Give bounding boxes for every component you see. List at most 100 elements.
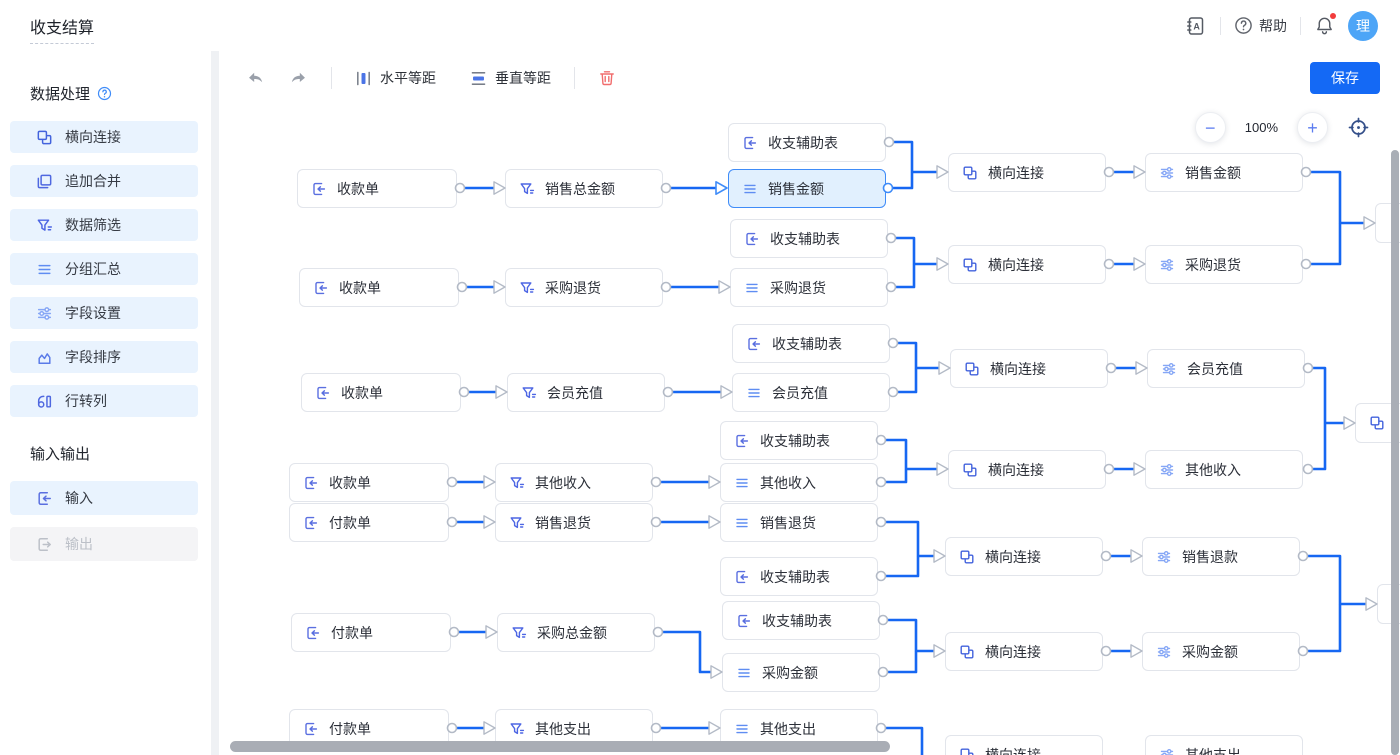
flow-node-filter[interactable]: 销售总金额 xyxy=(505,169,663,208)
flow-node-fields[interactable]: 采购金额 xyxy=(1142,632,1300,671)
horizontal-scrollbar[interactable] xyxy=(230,741,890,752)
filter-icon xyxy=(519,181,535,197)
fields-icon xyxy=(1156,644,1172,660)
flow-node-input[interactable]: 收支辅助表 xyxy=(730,219,888,258)
notification-badge xyxy=(1330,13,1336,19)
flow-node-fields[interactable]: 会员充值 xyxy=(1147,349,1305,388)
join-icon xyxy=(962,165,978,181)
question-circle-icon[interactable] xyxy=(97,86,112,101)
help-button[interactable]: 帮助 xyxy=(1234,16,1287,36)
zoom-level: 100% xyxy=(1245,120,1278,135)
horizontal-spacing-button[interactable]: 水平等距 xyxy=(355,68,436,88)
flow-node-filter[interactable]: 其他收入 xyxy=(495,463,653,502)
flow-node-filter[interactable]: 采购总金额 xyxy=(497,613,655,652)
input-icon xyxy=(734,569,750,585)
fields-icon xyxy=(36,305,53,322)
zoom-in-button[interactable]: + xyxy=(1297,112,1328,143)
header-divider xyxy=(1220,17,1221,35)
flow-node-group[interactable]: 采购退货 xyxy=(730,268,888,307)
flow-node-group[interactable]: 会员充值 xyxy=(732,373,890,412)
group-icon xyxy=(734,721,750,737)
vertical-scrollbar[interactable] xyxy=(1391,150,1399,755)
sidebar-item-sort[interactable]: 字段排序 xyxy=(10,341,198,373)
flow-node-label: 横向连接 xyxy=(985,547,1041,567)
flow-node-label: 其他收入 xyxy=(535,473,591,493)
join-icon xyxy=(962,257,978,273)
flow-node-label: 收支辅助表 xyxy=(760,431,830,451)
sort-icon xyxy=(36,349,53,366)
flow-node-input[interactable]: 收款单 xyxy=(289,463,449,502)
flow-node-input[interactable]: 收款单 xyxy=(297,169,457,208)
flow-node-group[interactable]: 其他收入 xyxy=(720,463,878,502)
flow-node-label: 横向连接 xyxy=(988,460,1044,480)
flow-node-group[interactable]: 销售退货 xyxy=(720,503,878,542)
flow-node-input[interactable]: 付款单 xyxy=(291,613,451,652)
sidebar-item-append[interactable]: 追加合并 xyxy=(10,165,198,197)
sidebar-item-join[interactable]: 横向连接 xyxy=(10,121,198,153)
flow-node-fields[interactable]: 其他收入 xyxy=(1145,450,1303,489)
flow-node-join[interactable]: 横向连接 xyxy=(945,632,1103,671)
flow-node-label: 其他支出 xyxy=(1185,745,1241,755)
delete-button[interactable] xyxy=(598,69,616,87)
flow-node-label: 收款单 xyxy=(337,179,379,199)
flow-node-label: 收支辅助表 xyxy=(760,567,830,587)
flow-node-input[interactable]: 收支辅助表 xyxy=(722,601,880,640)
address-book-icon[interactable]: A xyxy=(1185,15,1207,37)
filter-icon xyxy=(521,385,537,401)
sidebar-item-label: 分组汇总 xyxy=(65,259,121,279)
top-header: 收支结算 A 帮助 xyxy=(0,0,1400,52)
flow-node-fields[interactable]: 其他支出 xyxy=(1145,735,1303,755)
help-circle-icon xyxy=(1234,16,1253,35)
flow-node-filter[interactable]: 会员充值 xyxy=(507,373,665,412)
flow-node-fields[interactable]: 采购退货 xyxy=(1145,245,1303,284)
vertical-spacing-icon xyxy=(470,70,487,87)
sidebar-section-title: 数据处理 xyxy=(30,83,211,104)
flow-node-label: 收款单 xyxy=(341,383,383,403)
toolbar-divider xyxy=(574,67,575,89)
flow-node-input[interactable]: 收支辅助表 xyxy=(728,123,886,162)
sidebar-item-fields[interactable]: 字段设置 xyxy=(10,297,198,329)
flow-node-label: 收款单 xyxy=(339,278,381,298)
flow-node-input[interactable]: 收款单 xyxy=(299,268,459,307)
input-icon xyxy=(303,475,319,491)
sidebar-item-group[interactable]: 分组汇总 xyxy=(10,253,198,285)
save-button[interactable]: 保存 xyxy=(1310,62,1380,94)
zoom-out-button[interactable]: − xyxy=(1195,112,1226,143)
sidebar-item-input[interactable]: 输入 xyxy=(10,481,198,515)
sidebar-item-filter[interactable]: 数据筛选 xyxy=(10,209,198,241)
flow-node-join[interactable]: 横向连接 xyxy=(945,735,1103,755)
flow-node-filter[interactable]: 采购退货 xyxy=(505,268,663,307)
flow-node-join[interactable]: 横向连接 xyxy=(950,349,1108,388)
fields-icon xyxy=(1159,462,1175,478)
filter-icon xyxy=(511,625,527,641)
flow-node-join[interactable]: 横向连接 xyxy=(948,153,1106,192)
output-icon xyxy=(36,536,53,553)
flow-node-join[interactable]: 横向连接 xyxy=(948,450,1106,489)
flow-node-input[interactable]: 收款单 xyxy=(301,373,461,412)
flow-node-filter[interactable]: 销售退货 xyxy=(495,503,653,542)
flow-node-input[interactable]: 付款单 xyxy=(289,503,449,542)
vertical-spacing-button[interactable]: 垂直等距 xyxy=(470,68,551,88)
fit-view-button[interactable] xyxy=(1347,116,1370,139)
input-icon xyxy=(736,613,752,629)
redo-button[interactable] xyxy=(289,69,308,88)
pivot-icon xyxy=(36,393,53,410)
flow-node-join[interactable]: 横向连接 xyxy=(945,537,1103,576)
flow-node-join[interactable]: 横向连接 xyxy=(948,245,1106,284)
input-icon xyxy=(303,721,319,737)
flow-node-input[interactable]: 收支辅助表 xyxy=(720,557,878,596)
avatar[interactable]: 理 xyxy=(1348,11,1378,41)
flow-node-input[interactable]: 收支辅助表 xyxy=(732,324,890,363)
flow-node-group[interactable]: 销售金额 xyxy=(728,169,886,208)
flow-canvas[interactable]: − 100% + 收款单收款单收款单收款单付款单付款单付款单销售总金额采购退货会… xyxy=(219,105,1400,755)
flow-node-fields[interactable]: 销售退款 xyxy=(1142,537,1300,576)
input-icon xyxy=(311,181,327,197)
sidebar-item-pivot[interactable]: 行转列 xyxy=(10,385,198,417)
flow-node-label: 其他支出 xyxy=(760,719,816,739)
flow-node-fields[interactable]: 销售金额 xyxy=(1145,153,1303,192)
flow-node-group[interactable]: 采购金额 xyxy=(722,653,880,692)
notification-bell-icon[interactable] xyxy=(1314,15,1335,36)
undo-button[interactable] xyxy=(246,69,265,88)
flow-node-label: 销售金额 xyxy=(768,179,824,199)
flow-node-input[interactable]: 收支辅助表 xyxy=(720,421,878,460)
